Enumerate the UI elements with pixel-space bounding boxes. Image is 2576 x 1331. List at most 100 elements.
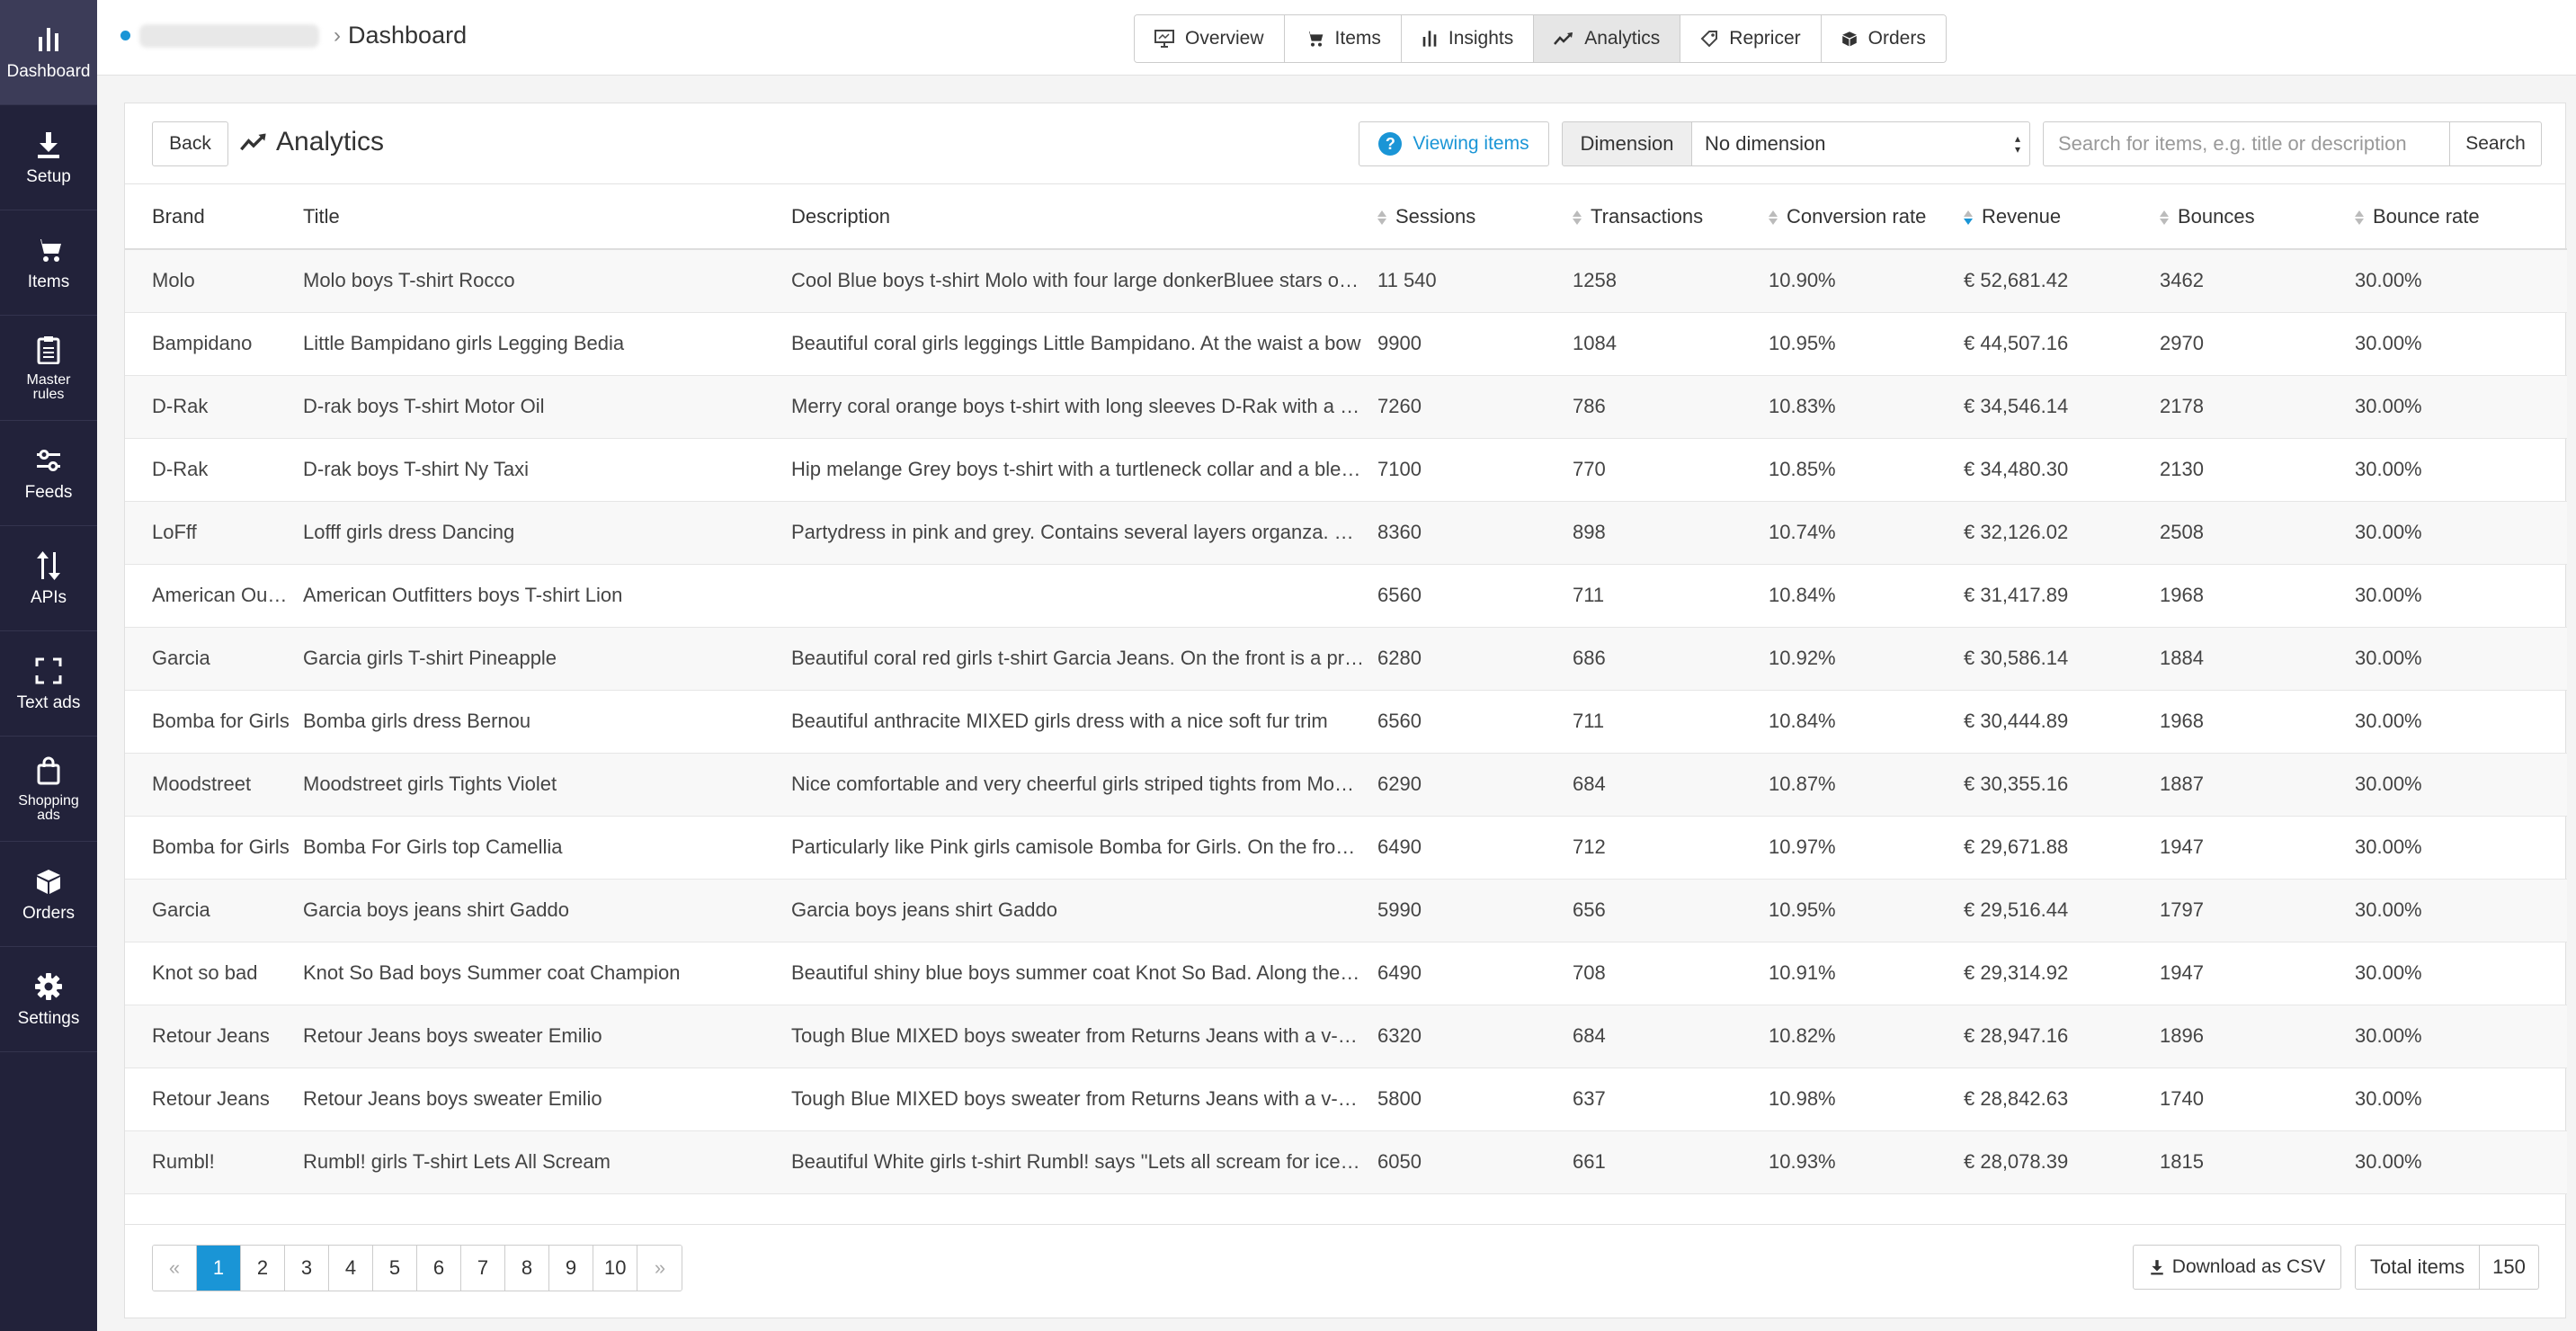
column-header-sessions[interactable]: Sessions bbox=[1377, 184, 1573, 250]
cell-title: Knot So Bad boys Summer coat Champion bbox=[303, 942, 791, 1005]
expand-icon bbox=[32, 655, 65, 687]
back-button[interactable]: Back bbox=[152, 121, 228, 166]
cell-revenue: € 28,078.39 bbox=[1964, 1130, 2160, 1194]
cell-description: Beautiful coral girls leggings Little Ba… bbox=[791, 312, 1377, 376]
cell-revenue: € 31,417.89 bbox=[1964, 564, 2160, 628]
tab-repricer[interactable]: Repricer bbox=[1680, 15, 1822, 62]
table-row[interactable]: Retour Jeans Retour Jeans boys sweater Em… bbox=[125, 1005, 2567, 1068]
table-row[interactable]: Retour Jeans Retour Jeans boys sweater Em… bbox=[125, 1067, 2567, 1131]
page-9[interactable]: 9 bbox=[549, 1246, 593, 1291]
viewing-items-button[interactable]: ? Viewing items bbox=[1359, 121, 1549, 166]
table-row[interactable]: Garcia Garcia boys jeans shirt Gaddo Garci… bbox=[125, 879, 2567, 942]
tab-label: Insights bbox=[1448, 28, 1514, 49]
column-header-transactions[interactable]: Transactions bbox=[1573, 184, 1769, 250]
bar-chart-icon bbox=[32, 23, 65, 56]
breadcrumb: › Dashboard bbox=[120, 22, 467, 49]
cell-description bbox=[791, 564, 1377, 628]
table-row[interactable]: D-Rak D-rak boys T-shirt Motor Oil Merry c… bbox=[125, 375, 2567, 439]
sidebar-item-items[interactable]: Items bbox=[0, 210, 97, 316]
column-header-bounces[interactable]: Bounces bbox=[2160, 184, 2355, 250]
sidebar-item-apis[interactable]: APIs bbox=[0, 526, 97, 631]
tab-orders[interactable]: Orders bbox=[1821, 15, 1946, 62]
cell-brand: Bampidano bbox=[125, 312, 303, 376]
table-row[interactable]: Bampidano Little Bampidano girls Legging … bbox=[125, 312, 2567, 376]
total-items: Total items 150 bbox=[2355, 1245, 2539, 1290]
sort-icon bbox=[1377, 210, 1390, 225]
dimension-select[interactable]: No dimension ▴ ▾ bbox=[1692, 121, 2030, 166]
page-3[interactable]: 3 bbox=[285, 1246, 329, 1291]
status-dot bbox=[120, 31, 130, 40]
download-csv-button[interactable]: Download as CSV bbox=[2133, 1245, 2341, 1290]
page-5[interactable]: 5 bbox=[373, 1246, 417, 1291]
table-row[interactable]: Knot so bad Knot So Bad boys Summer coat … bbox=[125, 942, 2567, 1005]
sidebar-item-orders[interactable]: Orders bbox=[0, 842, 97, 947]
cell-conversion-rate: 10.95% bbox=[1769, 879, 1964, 942]
page-8[interactable]: 8 bbox=[505, 1246, 549, 1291]
cell-brand: D-Rak bbox=[125, 375, 303, 439]
page-6[interactable]: 6 bbox=[417, 1246, 461, 1291]
column-header-description[interactable]: Description bbox=[791, 184, 1377, 250]
page-4[interactable]: 4 bbox=[329, 1246, 373, 1291]
search-button[interactable]: Search bbox=[2450, 121, 2542, 166]
cell-sessions: 6320 bbox=[1377, 1005, 1573, 1068]
tab-items[interactable]: Items bbox=[1284, 15, 1402, 62]
page-7[interactable]: 7 bbox=[461, 1246, 505, 1291]
cell-sessions: 7260 bbox=[1377, 375, 1573, 439]
dimension-value: No dimension bbox=[1705, 132, 1826, 155]
cell-bounce-rate: 30.00% bbox=[2355, 627, 2567, 691]
page-prev[interactable]: « bbox=[153, 1246, 197, 1291]
column-header-label: Sessions bbox=[1395, 204, 1476, 228]
cell-transactions: 637 bbox=[1573, 1067, 1769, 1131]
cell-transactions: 684 bbox=[1573, 753, 1769, 817]
breadcrumb-account[interactable] bbox=[139, 23, 319, 48]
table-row[interactable]: Garcia Garcia girls T-shirt Pineapple Beau… bbox=[125, 627, 2567, 691]
cell-bounces: 2130 bbox=[2160, 438, 2355, 502]
sidebar-item-master-rules[interactable]: Master rules bbox=[0, 316, 97, 421]
tab-overview[interactable]: Overview bbox=[1135, 15, 1285, 62]
cell-conversion-rate: 10.84% bbox=[1769, 690, 1964, 754]
table-row[interactable]: LoFff Lofff girls dress Dancing Partydress… bbox=[125, 501, 2567, 565]
cart-icon bbox=[1306, 31, 1323, 47]
tab-insights[interactable]: Insights bbox=[1401, 15, 1535, 62]
tag-icon bbox=[1700, 31, 1718, 48]
cell-brand: Rumbl! bbox=[125, 1130, 303, 1194]
cell-revenue: € 28,842.63 bbox=[1964, 1067, 2160, 1131]
cell-conversion-rate: 10.97% bbox=[1769, 816, 1964, 880]
table-row[interactable]: Moodstreet Moodstreet girls Tights Violet… bbox=[125, 753, 2567, 817]
table-row[interactable]: Molo Molo boys T-shirt Rocco Cool Blue boy… bbox=[125, 249, 2567, 313]
page-next[interactable]: » bbox=[637, 1246, 682, 1291]
cell-brand: LoFff bbox=[125, 501, 303, 565]
tab-label: Repricer bbox=[1729, 28, 1801, 49]
table-row[interactable]: D-Rak D-rak boys T-shirt Ny Taxi Hip melan… bbox=[125, 438, 2567, 502]
column-header-brand[interactable]: Brand bbox=[125, 184, 303, 250]
table-header-row: Brand Title Description Sessions Transac… bbox=[125, 184, 2567, 250]
search-input[interactable] bbox=[2043, 121, 2450, 166]
tab-analytics[interactable]: Analytics bbox=[1534, 15, 1681, 62]
sidebar-item-dashboard[interactable]: Dashboard bbox=[0, 0, 97, 105]
sidebar-item-text-ads[interactable]: Text ads bbox=[0, 631, 97, 737]
cell-conversion-rate: 10.95% bbox=[1769, 312, 1964, 376]
table-row[interactable]: Rumbl! Rumbl! girls T-shirt Lets All Scre… bbox=[125, 1130, 2567, 1194]
sidebar-item-feeds[interactable]: Feeds bbox=[0, 421, 97, 526]
cell-brand: D-Rak bbox=[125, 438, 303, 502]
table-row[interactable]: Bomba for Girls Bomba For Girls top Camel… bbox=[125, 816, 2567, 880]
sidebar-item-settings[interactable]: Settings bbox=[0, 947, 97, 1052]
table-row[interactable]: American OutfittersAmerican Outfitters b… bbox=[125, 564, 2567, 628]
column-header-revenue[interactable]: Revenue bbox=[1964, 184, 2160, 250]
cell-transactions: 684 bbox=[1573, 1005, 1769, 1068]
page-1[interactable]: 1 bbox=[197, 1246, 241, 1291]
column-header-conversion-rate[interactable]: Conversion rate bbox=[1769, 184, 1964, 250]
table-row[interactable]: Bomba for Girls Bomba girls dress Bernou B… bbox=[125, 690, 2567, 754]
sidebar-item-label: APIs bbox=[30, 588, 67, 607]
panel-header: Back Analytics ? Viewing items Dimension… bbox=[125, 103, 2565, 184]
sidebar-item-shopping-ads[interactable]: Shopping ads bbox=[0, 737, 97, 842]
sidebar-item-setup[interactable]: Setup bbox=[0, 105, 97, 210]
column-header-title[interactable]: Title bbox=[303, 184, 791, 250]
page-2[interactable]: 2 bbox=[241, 1246, 285, 1291]
select-arrows-icon: ▴ ▾ bbox=[2014, 132, 2020, 156]
page-10[interactable]: 10 bbox=[593, 1246, 638, 1291]
cell-sessions: 7100 bbox=[1377, 438, 1573, 502]
cell-revenue: € 34,546.14 bbox=[1964, 375, 2160, 439]
cell-title: Molo boys T-shirt Rocco bbox=[303, 249, 791, 313]
column-header-bounce-rate[interactable]: Bounce rate bbox=[2355, 184, 2567, 250]
